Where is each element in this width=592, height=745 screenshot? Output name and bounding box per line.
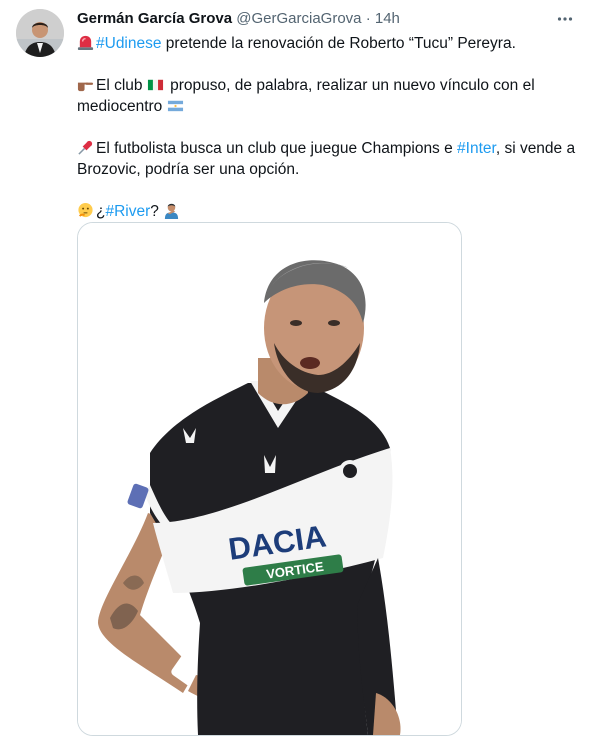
tweet-media-image[interactable]: DACIA VORTICE [77,222,462,736]
tweet-header: Germán García Grova @GerGarciaGrova · 14… [77,9,576,29]
tweet-line-3-text: mediocentro [77,98,167,115]
tweet[interactable]: Germán García Grova @GerGarciaGrova · 14… [0,0,592,745]
pushpin-icon [78,140,93,155]
tweet-line-5-text: Brozovic, podría ser una opción. [77,161,300,178]
tweet-line-1-text: pretende la renovación de Roberto “Tucu”… [161,35,516,52]
siren-icon [77,35,94,51]
tweet-line-4-b: , si vende a [495,140,576,157]
author-handle[interactable]: @GerGarciaGrova [236,10,361,27]
tweet-line-2: El club propuso, de palabra, realizar un… [77,75,582,96]
player-photo: DACIA VORTICE [78,223,461,735]
italy-flag-icon [147,79,163,91]
tweet-line-4-a: El futbolista busca un club que juegue C… [96,140,458,157]
tweet-line-1: #Udinese pretende la renovación de Rober… [77,33,582,54]
thinking-face-icon [78,202,93,218]
hashtag-inter[interactable]: #Inter [457,140,496,157]
argentina-flag-icon [167,100,183,112]
more-dots-icon [557,17,573,21]
separator-dot: · [365,10,371,27]
avatar[interactable] [16,9,64,57]
tweet-line-2-b: propuso, de palabra, realizar un nuevo v… [165,77,535,94]
person-gesturing-icon [165,203,179,219]
author-name[interactable]: Germán García Grova [77,10,232,27]
tweet-line-5: Brozovic, podría ser una opción. [77,159,582,180]
tweet-line-2-a: El club [96,77,147,94]
more-options-button[interactable] [552,6,578,32]
tweet-line-6-b: ? [150,203,159,220]
tweet-line-4: El futbolista busca un club que juegue C… [77,138,582,159]
tweet-line-6: ¿#River? [77,201,582,222]
pointing-hand-icon [77,82,94,92]
tweet-line-3: mediocentro [77,96,582,117]
tweet-text: #Udinese pretende la renovación de Rober… [77,33,582,222]
hashtag-river[interactable]: #River [105,203,150,220]
hashtag-udinese[interactable]: #Udinese [96,35,162,52]
timestamp[interactable]: 14h [375,10,400,27]
